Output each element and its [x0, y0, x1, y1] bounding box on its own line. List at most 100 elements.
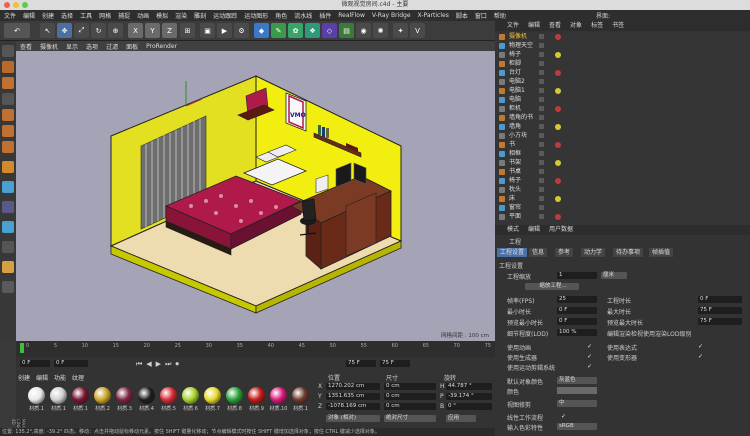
tab-reference[interactable]: 参考: [555, 248, 574, 257]
visibility-toggle-icon[interactable]: [539, 205, 544, 210]
material-swatch[interactable]: [248, 387, 265, 404]
visibility-toggle-icon[interactable]: [539, 187, 544, 192]
vray-icon[interactable]: V: [410, 23, 425, 38]
object-list-item[interactable]: 墙角的书: [495, 114, 750, 123]
texture-mode-icon[interactable]: [2, 77, 14, 89]
menu-window[interactable]: 窗口: [475, 11, 487, 20]
visibility-toggle-icon[interactable]: [539, 124, 544, 129]
attr-menu-mode[interactable]: 模式: [507, 225, 519, 235]
mat-menu-edit[interactable]: 编辑: [36, 373, 48, 382]
vp-menu-view[interactable]: 查看: [20, 42, 32, 51]
om-menu-object[interactable]: 对象: [570, 21, 582, 31]
menu-realflow[interactable]: RealFlow: [338, 12, 365, 19]
pen-icon[interactable]: ✎: [271, 23, 286, 38]
polygons-mode-icon[interactable]: [2, 141, 14, 153]
use-generators-check[interactable]: ✓: [587, 353, 592, 360]
menu-simulate[interactable]: 模拟: [156, 11, 168, 20]
material-tag-icon[interactable]: [555, 178, 561, 184]
visibility-toggle-icon[interactable]: [539, 43, 544, 48]
points-mode-icon[interactable]: [2, 109, 14, 121]
attr-menu-userdata[interactable]: 用户数据: [549, 225, 573, 235]
material-tag-icon[interactable]: [555, 196, 561, 202]
deformer-icon[interactable]: ◇: [322, 23, 337, 38]
pos-z-field[interactable]: -1078.169 cm: [326, 403, 380, 410]
rot-b-field[interactable]: 0 °: [446, 403, 492, 410]
visibility-toggle-icon[interactable]: [539, 34, 544, 39]
timeline-ruler[interactable]: 0 5 10 15 20 25 30 35 40 45 50 55 60 65 70 75: [16, 341, 495, 357]
object-list-item[interactable]: 小方块: [495, 132, 750, 141]
vp-menu-options[interactable]: 选项: [86, 42, 98, 51]
lock-workplane-icon[interactable]: [2, 201, 14, 213]
render-picture-viewer-icon[interactable]: ▶: [217, 23, 232, 38]
visibility-toggle-icon[interactable]: [539, 79, 544, 84]
object-list-item[interactable]: 窗帘: [495, 204, 750, 213]
preview-max-field[interactable]: 75 F: [698, 318, 742, 325]
rotate-icon[interactable]: ↻: [91, 23, 106, 38]
menu-animate[interactable]: 动画: [137, 11, 149, 20]
render-settings-icon[interactable]: ⚙: [234, 23, 249, 38]
pos-x-field[interactable]: 1270.202 cm: [326, 383, 380, 390]
tab-interpolation[interactable]: 帧插值: [649, 248, 674, 257]
menu-render[interactable]: 渲染: [175, 11, 187, 20]
lod-field[interactable]: 100 %: [557, 329, 597, 336]
material-tag-icon[interactable]: [555, 88, 561, 94]
color-swatch[interactable]: [557, 387, 597, 394]
3d-viewport[interactable]: VMO 网格间距 : 100 cm: [16, 51, 495, 341]
menu-motion-tracker[interactable]: 运动跟踪: [213, 11, 237, 20]
om-menu-file[interactable]: 文件: [507, 21, 519, 31]
cube-icon[interactable]: ◆: [254, 23, 269, 38]
om-menu-edit[interactable]: 编辑: [528, 21, 540, 31]
visibility-toggle-icon[interactable]: [539, 106, 544, 111]
object-list-item[interactable]: 台灯: [495, 69, 750, 78]
minimize-window-button[interactable]: [13, 2, 19, 8]
workplane-icon[interactable]: [2, 93, 14, 105]
menu-file[interactable]: 文件: [4, 11, 16, 20]
material-swatch[interactable]: [204, 387, 221, 404]
use-motion-check[interactable]: ✓: [587, 363, 592, 370]
input-color-select[interactable]: sRGB: [557, 423, 597, 430]
visibility-toggle-icon[interactable]: [539, 142, 544, 147]
attr-menu-edit[interactable]: 编辑: [528, 225, 540, 235]
preview-min-field[interactable]: 0 F: [557, 318, 597, 325]
scale-icon[interactable]: ⤢: [74, 23, 89, 38]
vp-menu-panel[interactable]: 面板: [126, 42, 138, 51]
material-tag-icon[interactable]: [555, 160, 561, 166]
material-swatch[interactable]: [50, 387, 67, 404]
visibility-toggle-icon[interactable]: [539, 61, 544, 66]
xparticles-icon[interactable]: ✦: [393, 23, 408, 38]
min-time-field[interactable]: 0 F: [557, 307, 597, 314]
visibility-toggle-icon[interactable]: [539, 178, 544, 183]
floor-icon[interactable]: ▤: [339, 23, 354, 38]
material-tag-icon[interactable]: [555, 106, 561, 112]
scale-project-button[interactable]: 缩放工程...: [525, 283, 579, 290]
tab-dynamics[interactable]: 动力学: [581, 248, 606, 257]
coord-mode-select[interactable]: 对象 (相对): [326, 415, 380, 422]
move-icon[interactable]: ✥: [57, 23, 72, 38]
material-tag-icon[interactable]: [555, 142, 561, 148]
render-view-icon[interactable]: ▣: [200, 23, 215, 38]
max-time-field[interactable]: 75 F: [698, 307, 742, 314]
preview-end-field[interactable]: 75 F: [380, 360, 410, 367]
playhead-marker[interactable]: [20, 343, 24, 353]
object-list-item[interactable]: 柜脚: [495, 60, 750, 69]
mat-menu-function[interactable]: 功能: [54, 373, 66, 382]
size-x-field[interactable]: 0 cm: [384, 383, 436, 390]
menu-script[interactable]: 脚本: [456, 11, 468, 20]
visibility-toggle-icon[interactable]: [539, 70, 544, 75]
om-menu-tags[interactable]: 标签: [591, 21, 603, 31]
live-select-icon[interactable]: ↖: [40, 23, 55, 38]
z-axis-icon[interactable]: Z: [162, 23, 177, 38]
camera-icon[interactable]: ◉: [356, 23, 371, 38]
om-menu-view[interactable]: 查看: [549, 21, 561, 31]
make-editable-icon[interactable]: [2, 45, 14, 57]
object-list-item[interactable]: 柜机: [495, 105, 750, 114]
linear-workflow-check[interactable]: ✓: [561, 413, 566, 420]
material-swatch[interactable]: [226, 387, 243, 404]
object-list-item[interactable]: 电脑: [495, 96, 750, 105]
menu-tools[interactable]: 工具: [80, 11, 92, 20]
rot-p-field[interactable]: -39.174 °: [446, 393, 492, 400]
menu-create[interactable]: 创建: [42, 11, 54, 20]
material-swatch[interactable]: [160, 387, 177, 404]
menu-vray[interactable]: V-Ray Bridge: [372, 12, 411, 19]
material-swatch[interactable]: [270, 387, 287, 404]
